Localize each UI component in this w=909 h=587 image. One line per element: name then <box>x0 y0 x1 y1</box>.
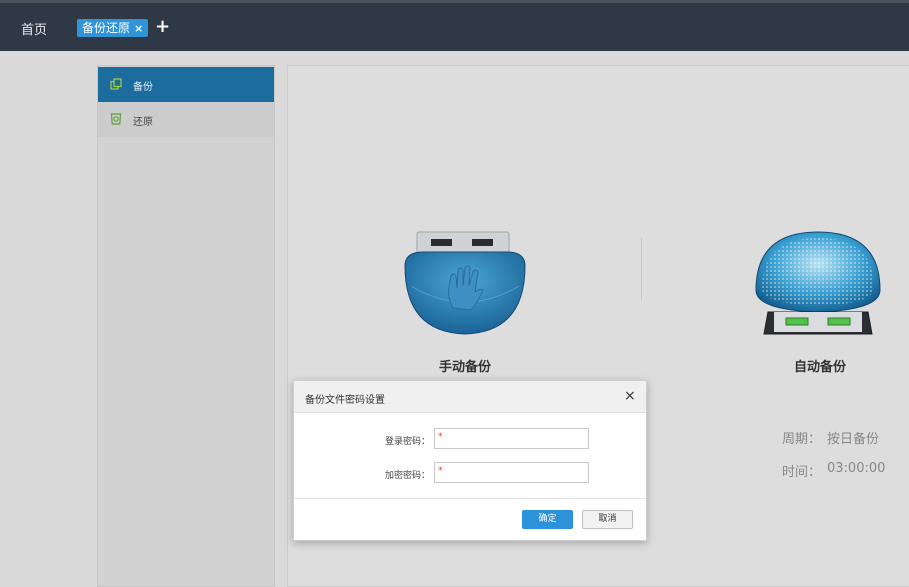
encrypt-password-input[interactable] <box>447 463 585 482</box>
encrypt-password-field[interactable]: * <box>434 462 589 483</box>
required-mark: * <box>438 432 443 442</box>
ok-button[interactable]: 确定 <box>522 510 573 529</box>
period-value: 按日备份 <box>827 432 880 447</box>
manual-backup-drive-icon[interactable] <box>401 230 529 336</box>
tab-close-icon[interactable]: × <box>134 22 143 35</box>
encrypt-password-label: 加密密码： <box>385 471 431 481</box>
top-rim <box>0 0 909 3</box>
auto-backup-drive-icon[interactable] <box>754 230 882 338</box>
add-tab-button[interactable]: + <box>155 17 170 37</box>
top-bar: 首页 备份还原 × + <box>0 0 909 51</box>
restore-icon <box>110 113 122 125</box>
time-label: 时间： <box>782 465 822 480</box>
tab-backup-restore[interactable]: 备份还原 × <box>77 19 149 37</box>
nav-home-link[interactable]: 首页 <box>21 19 47 38</box>
close-icon[interactable]: × <box>624 388 636 404</box>
sidebar-item-restore[interactable]: 还原 <box>98 102 274 137</box>
sidebar: 备份 还原 <box>97 65 275 587</box>
tab-label: 备份还原 <box>82 21 131 35</box>
login-password-input[interactable] <box>447 429 585 448</box>
cancel-button[interactable]: 取消 <box>582 510 633 529</box>
dialog-title: 备份文件密码设置 <box>305 395 385 406</box>
dialog-header: 备份文件密码设置 × <box>294 381 646 413</box>
login-password-field[interactable]: * <box>434 428 589 449</box>
dialog-separator <box>294 498 646 499</box>
panel-divider <box>641 238 642 300</box>
login-password-label: 登录密码： <box>385 437 431 447</box>
password-dialog: 备份文件密码设置 × 登录密码： * 加密密码： * 确定 取消 <box>293 380 647 541</box>
sidebar-item-label: 备份 <box>133 82 153 93</box>
sidebar-item-backup[interactable]: 备份 <box>98 67 274 102</box>
required-mark: * <box>438 466 443 476</box>
time-value: 03:00:00 <box>827 461 886 476</box>
copy-icon <box>110 78 122 90</box>
sidebar-item-label: 还原 <box>133 117 153 128</box>
auto-backup-caption: 自动备份 <box>794 360 847 375</box>
period-label: 周期： <box>782 432 822 447</box>
manual-backup-caption: 手动备份 <box>439 360 492 375</box>
